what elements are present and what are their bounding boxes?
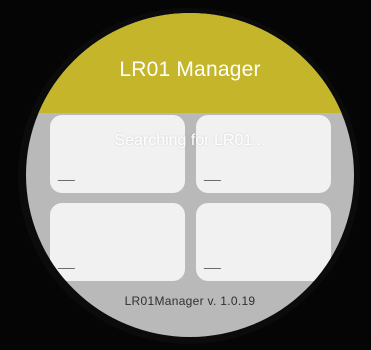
screen: LR01 Manager __ __ __ __ Searching for L… [0,0,371,350]
metric-tile-4[interactable]: __ [196,203,331,281]
tile-value-1: __ [58,165,75,182]
tile-value-3: __ [58,253,75,270]
metric-tile-2[interactable]: __ [196,115,331,193]
tile-value-2: __ [204,165,221,182]
app-version-text: LR01Manager v. 1.0.19 [124,294,256,308]
metric-tile-1[interactable]: __ [50,115,185,193]
watch-face: LR01 Manager __ __ __ __ Searching for L… [26,13,354,337]
metric-tile-3[interactable]: __ [50,203,185,281]
app-title: LR01 Manager [119,58,261,81]
search-status-text: Searching for LR01... [114,132,266,149]
app-header: LR01 Manager [26,13,354,113]
tile-value-4: __ [204,253,221,270]
